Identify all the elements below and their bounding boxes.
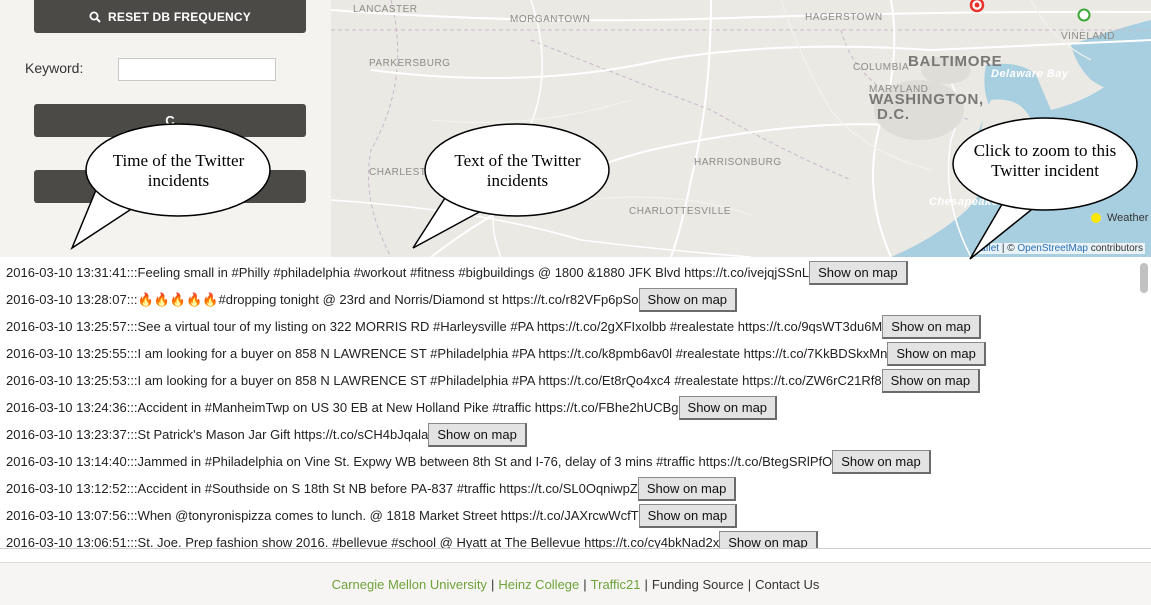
tweet-row: 2016-03-10 13:28:07::: 🔥🔥🔥🔥🔥 #dropping to… xyxy=(0,286,1151,313)
show-on-map-button[interactable]: Show on map xyxy=(881,368,981,393)
show-on-map-button[interactable]: Show on map xyxy=(678,395,778,420)
show-on-map-button[interactable]: Show on map xyxy=(638,503,738,528)
show-on-map-button[interactable]: Show on map xyxy=(719,530,818,548)
tweet-emoji: 🔥🔥🔥🔥🔥 xyxy=(137,291,219,307)
tweet-list: 2016-03-10 13:31:41:::Feeling small in #… xyxy=(0,259,1151,549)
map-city-label: CHARLOTTESVILLE xyxy=(629,206,731,217)
tweet-text: #dropping tonight @ 23rd and Norris/Diam… xyxy=(218,292,639,307)
zoom-callout: Click to zoom to this Twitter incident xyxy=(948,114,1143,264)
tweet-text: 2016-03-10 13:25:57:::See a virtual tour… xyxy=(6,319,883,334)
search-icon xyxy=(89,11,101,23)
map-city-label: HAGERSTOWN xyxy=(805,12,883,23)
show-on-map-button[interactable]: Show on map xyxy=(428,422,527,447)
contact-us-link[interactable]: Contact Us xyxy=(755,577,819,592)
show-on-map-button[interactable]: Show on map xyxy=(887,341,986,366)
reset-db-frequency-label: RESET DB FREQUENCY xyxy=(108,9,251,24)
tweet-text: 2016-03-10 13:31:41:::Feeling small in #… xyxy=(6,265,810,280)
footer-separator: | xyxy=(583,576,587,592)
tweet-row: 2016-03-10 13:25:53:::I am looking for a… xyxy=(0,367,1151,394)
tweet-text: 2016-03-10 13:12:52:::Accident in #South… xyxy=(6,481,638,496)
map-bay-label: Delaware Bay xyxy=(991,68,1069,80)
zoom-callout-text: Click to zoom to this Twitter incident xyxy=(973,141,1117,180)
show-on-map-button[interactable]: Show on map xyxy=(882,314,981,339)
funding-source-link[interactable]: Funding Source xyxy=(652,577,744,592)
cmu-link[interactable]: Carnegie Mellon University xyxy=(332,577,487,592)
reset-db-frequency-button[interactable]: RESET DB FREQUENCY xyxy=(34,0,306,33)
tweet-text: 2016-03-10 13:24:36:::Accident in #Manhe… xyxy=(6,400,679,415)
map-city-label: BALTIMORE xyxy=(908,53,1003,70)
tweet-text: 2016-03-10 13:14:40:::Jammed in #Philade… xyxy=(6,454,833,469)
time-callout: Time of the Twitter incidents xyxy=(66,118,276,258)
show-on-map-button[interactable]: Show on map xyxy=(637,476,737,501)
map-city-label: PARKERSBURG xyxy=(369,58,451,69)
map-city-label: D.C. xyxy=(877,106,910,123)
tweet-row: 2016-03-10 13:24:36:::Accident in #Manhe… xyxy=(0,394,1151,421)
tweet-row: 2016-03-10 13:25:57:::See a virtual tour… xyxy=(0,313,1151,340)
footer-separator: | xyxy=(747,576,752,592)
text-callout: Text of the Twitter incidents xyxy=(405,118,615,258)
tweet-text: 2016-03-10 13:25:53:::I am looking for a… xyxy=(6,373,882,388)
tweet-row: 2016-03-10 13:14:40:::Jammed in #Philade… xyxy=(0,448,1151,475)
map-city-label: VINELAND xyxy=(1061,31,1116,42)
tweet-row: 2016-03-10 13:25:55:::I am looking for a… xyxy=(0,340,1151,367)
time-callout-text: Time of the Twitter incidents xyxy=(112,151,245,190)
tweet-row: 2016-03-10 13:06:51:::St. Joe. Prep fash… xyxy=(0,529,1151,549)
footer: Carnegie Mellon University | Heinz Colle… xyxy=(0,562,1151,605)
tweet-text: 2016-03-10 13:23:37:::St Patrick's Mason… xyxy=(6,427,429,442)
tweet-text: 2016-03-10 13:07:56:::When @tonyronispiz… xyxy=(6,508,639,523)
tweet-text: 2016-03-10 13:28:07::: xyxy=(6,292,138,307)
text-callout-text: Text of the Twitter incidents xyxy=(454,151,581,190)
tweet-row: 2016-03-10 13:23:37:::St Patrick's Mason… xyxy=(0,421,1151,448)
map-city-label: LANCASTER xyxy=(353,4,418,15)
show-on-map-button[interactable]: Show on map xyxy=(809,260,908,285)
map-city-label: COLUMBIA xyxy=(853,62,910,73)
tweet-row: 2016-03-10 13:12:52:::Accident in #South… xyxy=(0,475,1151,502)
tweet-row: 2016-03-10 13:07:56:::When @tonyronispiz… xyxy=(0,502,1151,529)
show-on-map-button[interactable]: Show on map xyxy=(832,449,931,474)
keyword-input[interactable] xyxy=(118,58,276,81)
map-city-label: MORGANTOWN xyxy=(510,14,591,25)
map-city-label: HARRISONBURG xyxy=(694,157,782,168)
keyword-label: Keyword: xyxy=(25,60,84,76)
traffic21-link[interactable]: Traffic21 xyxy=(591,577,641,592)
footer-separator: | xyxy=(490,576,495,592)
tweet-text: 2016-03-10 13:06:51:::St. Joe. Prep fash… xyxy=(6,535,720,549)
tweet-list-scrollbar[interactable] xyxy=(1140,263,1148,293)
tweet-text: 2016-03-10 13:25:55:::I am looking for a… xyxy=(6,346,888,361)
show-on-map-button[interactable]: Show on map xyxy=(638,287,738,312)
heinz-college-link[interactable]: Heinz College xyxy=(498,577,579,592)
footer-separator: | xyxy=(644,576,648,592)
